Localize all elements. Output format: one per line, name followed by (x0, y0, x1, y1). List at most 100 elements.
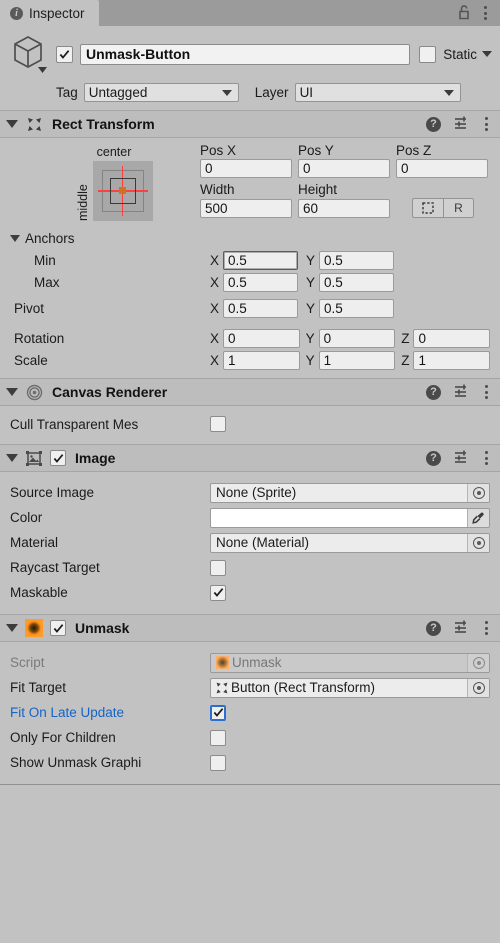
kebab-menu-icon[interactable] (483, 619, 490, 637)
color-swatch[interactable] (211, 508, 467, 527)
raycast-target-row: Raycast Target (10, 555, 490, 580)
maskable-checkbox[interactable] (210, 584, 226, 601)
pivot-label: Pivot (14, 300, 45, 316)
anchor-max-row: Max X 0.5 Y 0.5 (10, 271, 490, 293)
anchor-preset-vertical-label: middle (75, 184, 90, 221)
maskable-row: Maskable (10, 580, 490, 605)
fit-on-late-update-row: Fit On Late Update (10, 700, 490, 725)
static-dropdown-arrow-icon[interactable] (482, 51, 492, 57)
anchor-max-x-input[interactable]: 0.5 (223, 272, 299, 292)
scale-x-value: 1 (228, 352, 236, 368)
rotation-z-input[interactable]: 0 (413, 328, 491, 348)
layer-dropdown[interactable]: UI (294, 83, 461, 102)
unmask-script-icon (25, 619, 43, 637)
help-icon[interactable]: ? (426, 620, 441, 636)
width-label: Width (200, 182, 235, 197)
kebab-menu-icon[interactable] (483, 383, 490, 401)
object-picker-icon[interactable] (467, 678, 489, 697)
component-header-canvas-renderer[interactable]: Canvas Renderer ? (0, 378, 500, 406)
pos-z-input[interactable]: 0 (396, 159, 488, 178)
axis-y-label: Y (306, 274, 316, 290)
color-field[interactable] (210, 507, 490, 528)
gameobject-name-input[interactable]: Unmask-Button (80, 43, 411, 65)
component-header-image[interactable]: Image ? (0, 444, 500, 472)
axis-x-label: X (210, 274, 220, 290)
preset-settings-icon[interactable] (454, 383, 470, 402)
pos-x-input[interactable]: 0 (200, 159, 292, 178)
source-image-value: None (Sprite) (216, 485, 297, 500)
unmask-enabled-checkbox[interactable] (50, 620, 66, 636)
foldout-arrow-icon[interactable] (6, 624, 18, 632)
tab-inspector[interactable]: i Inspector (0, 0, 99, 26)
foldout-arrow-icon[interactable] (6, 120, 18, 128)
script-label: Script (10, 655, 45, 670)
show-unmask-graphic-checkbox[interactable] (210, 754, 226, 771)
unlocked-padlock-icon[interactable] (457, 4, 471, 23)
scale-z-input[interactable]: 1 (413, 350, 491, 370)
axis-y-label: Y (305, 330, 315, 346)
anchors-label: Anchors (25, 230, 75, 246)
component-title: Image (75, 450, 116, 466)
script-row: Script Unmask (10, 650, 490, 675)
image-enabled-checkbox[interactable] (50, 450, 66, 466)
static-checkbox[interactable] (419, 45, 437, 63)
help-icon[interactable]: ? (426, 450, 441, 466)
static-label: Static (443, 46, 477, 62)
kebab-menu-icon[interactable] (482, 4, 489, 22)
raycast-target-checkbox[interactable] (210, 559, 226, 576)
foldout-arrow-icon[interactable] (6, 388, 18, 396)
cube-icon[interactable] (8, 32, 56, 76)
material-value: None (Material) (216, 535, 310, 550)
gameobject-name-value: Unmask-Button (86, 46, 191, 62)
fit-on-late-update-checkbox[interactable] (210, 704, 226, 721)
tag-dropdown[interactable]: Untagged (83, 83, 239, 102)
scale-y-input[interactable]: 1 (318, 350, 396, 370)
help-icon[interactable]: ? (426, 116, 441, 132)
fit-target-field[interactable]: Button (Rect Transform) (210, 677, 490, 698)
eyedropper-icon[interactable] (467, 508, 489, 527)
rect-transform-body: center middle Pos X Pos Y Pos Z 0 0 0 Wi… (0, 138, 500, 378)
scale-x-input[interactable]: 1 (223, 350, 300, 370)
material-field[interactable]: None (Material) (210, 532, 490, 553)
foldout-arrow-icon[interactable] (6, 454, 18, 462)
cull-transparent-mesh-checkbox[interactable] (210, 416, 226, 432)
preset-settings-icon[interactable] (454, 115, 470, 134)
only-for-children-checkbox[interactable] (210, 729, 226, 746)
axis-z-label: Z (401, 330, 410, 346)
component-header-unmask[interactable]: Unmask ? (0, 614, 500, 642)
anchor-min-y-input[interactable]: 0.5 (319, 250, 395, 270)
height-input[interactable]: 60 (298, 198, 390, 218)
width-input[interactable]: 500 (200, 198, 292, 218)
pivot-x-input[interactable]: 0.5 (223, 298, 299, 318)
unmask-body: Script Unmask Fit Target Button (Rect Tr… (0, 642, 500, 784)
anchor-max-label: Max (34, 274, 60, 290)
preset-settings-icon[interactable] (454, 619, 470, 638)
tag-label: Tag (56, 85, 78, 100)
component-header-rect-transform[interactable]: Rect Transform ? (0, 110, 500, 138)
scale-row: Scale X 1 Y 1 Z 1 (10, 349, 491, 371)
object-picker-icon (467, 653, 489, 672)
preset-settings-icon[interactable] (454, 449, 470, 468)
image-body: Source Image None (Sprite) Color Materia… (0, 472, 500, 614)
gameobject-enabled-checkbox[interactable] (56, 45, 73, 63)
rotation-x-input[interactable]: 0 (223, 328, 300, 348)
rotation-y-input[interactable]: 0 (318, 328, 396, 348)
component-title: Canvas Renderer (52, 384, 168, 400)
scale-y-value: 1 (323, 352, 332, 368)
anchor-min-x-input[interactable]: 0.5 (223, 250, 299, 270)
anchors-foldout[interactable]: Anchors (10, 227, 490, 249)
pivot-y-input[interactable]: 0.5 (319, 298, 395, 318)
only-for-children-row: Only For Children (10, 725, 490, 750)
pos-y-input[interactable]: 0 (298, 159, 390, 178)
kebab-menu-icon[interactable] (483, 115, 490, 133)
kebab-menu-icon[interactable] (483, 449, 490, 467)
raw-edit-mode-button[interactable]: R (443, 198, 474, 218)
help-icon[interactable]: ? (426, 384, 441, 400)
source-image-field[interactable]: None (Sprite) (210, 482, 490, 503)
object-picker-icon[interactable] (467, 533, 489, 552)
layer-label: Layer (254, 85, 289, 100)
object-picker-icon[interactable] (467, 483, 489, 502)
blueprint-mode-button[interactable] (412, 198, 443, 218)
anchor-max-y-input[interactable]: 0.5 (319, 272, 395, 292)
anchor-preset-widget[interactable] (92, 161, 153, 221)
